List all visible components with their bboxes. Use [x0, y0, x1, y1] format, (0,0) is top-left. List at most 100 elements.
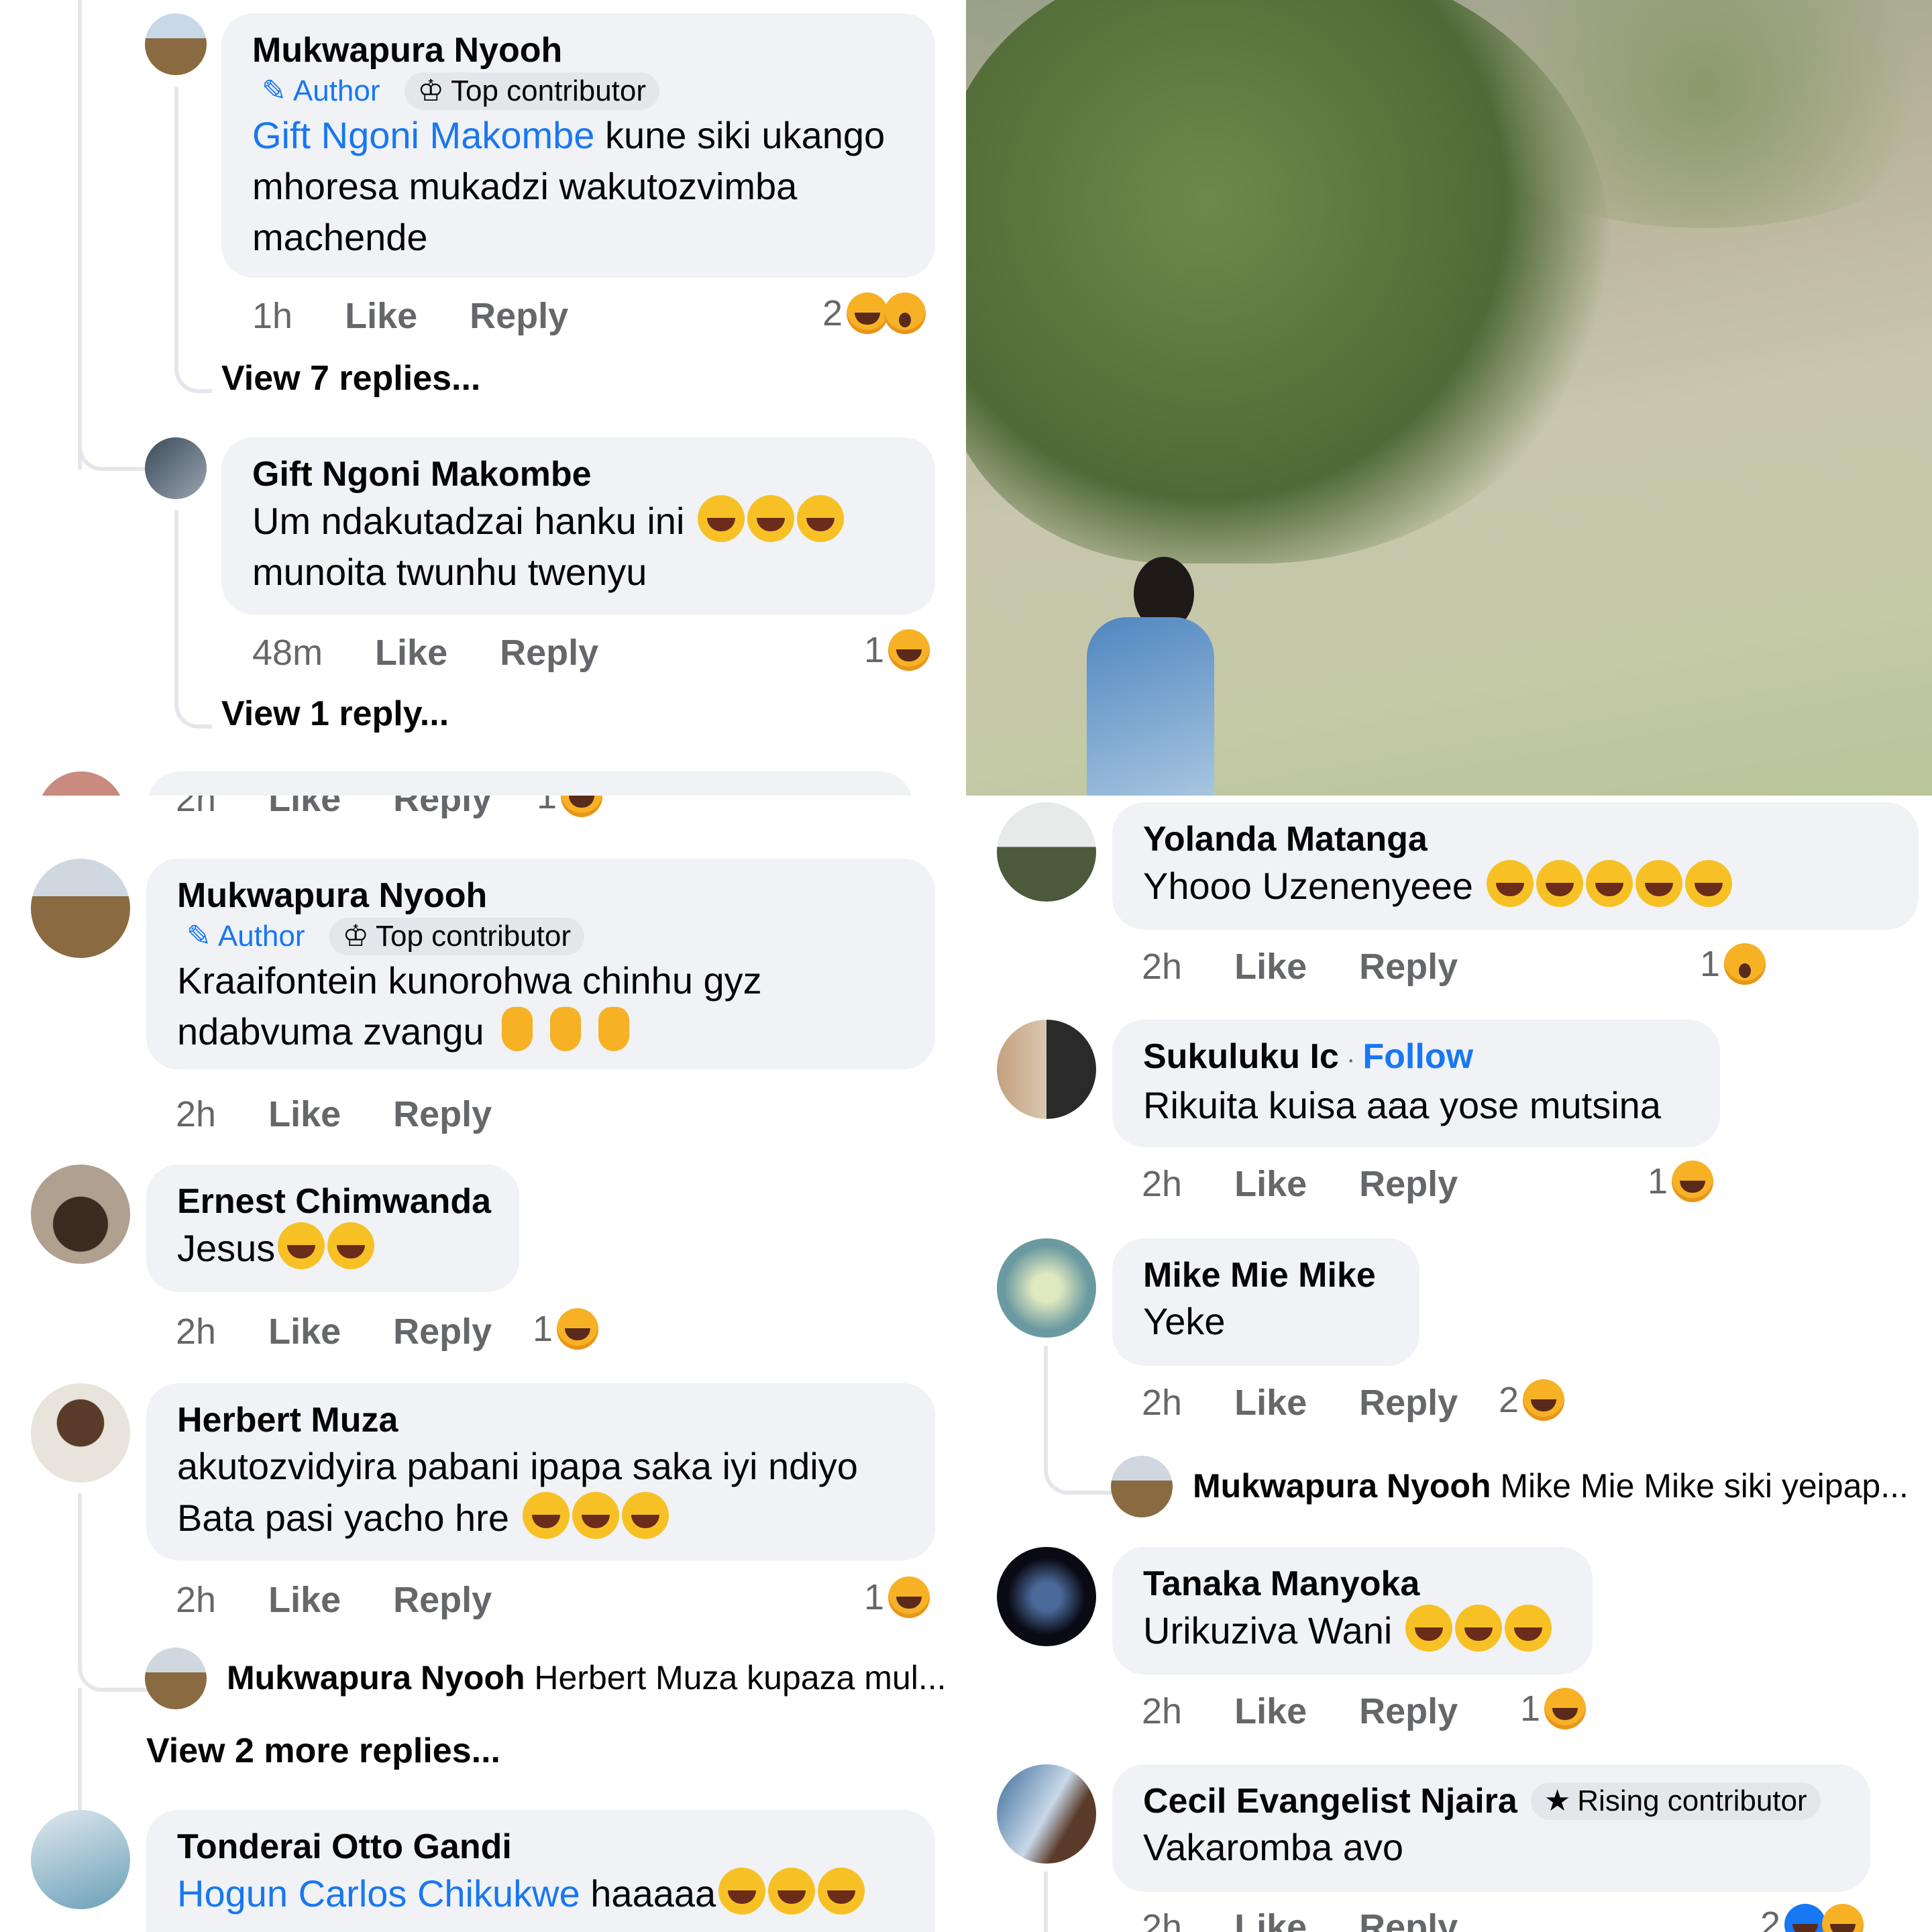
- view-replies-link[interactable]: View 7 replies...: [221, 358, 480, 398]
- comments-panel-bottom-right: Yolanda Matanga Yhooo Uzenenyeee 2h Like…: [966, 796, 1932, 1932]
- post-photo[interactable]: [966, 0, 1932, 796]
- view-more-replies-link[interactable]: View 2 more replies...: [146, 1731, 500, 1771]
- reply-button[interactable]: Reply: [1359, 946, 1458, 987]
- avatar[interactable]: [31, 1165, 130, 1264]
- follow-button[interactable]: Follow: [1362, 1037, 1473, 1076]
- laughing-emoji-icon: [818, 1868, 865, 1915]
- comment-text: Um ndakutadzai hanku ini munoita twunhu …: [252, 495, 904, 598]
- reply-thread-line: [1044, 1346, 1115, 1495]
- commenter-name[interactable]: Tanaka Manyoka: [1143, 1563, 1562, 1605]
- rolling-laughing-emoji-icon: [1405, 1605, 1452, 1652]
- laugh-reaction-icon: [888, 1576, 930, 1618]
- hugging-emoji-icon: [1504, 1605, 1552, 1652]
- timestamp[interactable]: 2h: [176, 1579, 216, 1621]
- person-shirt: [1087, 617, 1214, 796]
- like-button[interactable]: Like: [375, 632, 447, 674]
- reaction-summary[interactable]: 2: [822, 292, 926, 334]
- timestamp[interactable]: 2h: [176, 1311, 216, 1352]
- reply-avatar[interactable]: [145, 1648, 207, 1709]
- commenter-name[interactable]: Ernest Chimwanda: [177, 1181, 491, 1222]
- comment-bubble: Mike Mie Mike Yeke: [1112, 1238, 1419, 1366]
- reaction-summary[interactable]: 1: [1648, 1161, 1714, 1202]
- reaction-summary[interactable]: 1: [1700, 943, 1766, 985]
- commenter-name[interactable]: Gift Ngoni Makombe: [252, 453, 904, 495]
- like-button[interactable]: Like: [268, 1093, 341, 1135]
- reaction-summary[interactable]: 1: [533, 1308, 599, 1350]
- timestamp[interactable]: 2h: [1142, 1907, 1182, 1932]
- commenter-name[interactable]: Tonderai Otto Gandi: [177, 1826, 904, 1868]
- author-badge: ✎ Author: [252, 72, 394, 110]
- avatar[interactable]: [38, 771, 125, 796]
- like-button[interactable]: Like: [1234, 1163, 1307, 1205]
- avatar[interactable]: [31, 1810, 130, 1909]
- reply-avatar[interactable]: [1111, 1456, 1173, 1517]
- mention-link[interactable]: Gift Ngoni Makombe: [252, 114, 594, 156]
- timestamp[interactable]: 1h: [252, 295, 292, 337]
- avatar[interactable]: [145, 13, 207, 75]
- reaction-summary[interactable]: 2: [1499, 1379, 1565, 1421]
- avatar[interactable]: [31, 859, 130, 958]
- rolling-laughing-emoji-icon: [1585, 860, 1633, 907]
- reply-button[interactable]: Reply: [1359, 1907, 1458, 1932]
- reply-button[interactable]: Reply: [470, 295, 568, 337]
- like-button[interactable]: Like: [268, 1579, 341, 1621]
- like-button[interactable]: Like: [1234, 946, 1307, 987]
- like-button[interactable]: Like: [268, 1311, 341, 1352]
- timestamp[interactable]: 2h: [176, 1093, 216, 1135]
- comment-bubble: Tanaka Manyoka Urikuziva Wani: [1112, 1547, 1593, 1674]
- avatar[interactable]: [997, 1764, 1096, 1864]
- reaction-summary[interactable]: 1: [864, 629, 930, 671]
- comment-actions: 48m Like Reply: [252, 632, 598, 674]
- fingers-crossed-emoji-icon: [501, 1007, 533, 1051]
- like-button[interactable]: Like: [1234, 1690, 1307, 1732]
- commenter-name[interactable]: Yolanda Matanga: [1143, 818, 1888, 860]
- like-button[interactable]: Like: [345, 295, 417, 337]
- comment-actions: 2h Like Reply: [176, 1093, 492, 1135]
- person-figure: [1087, 557, 1214, 796]
- reaction-summary[interactable]: 1: [864, 1576, 930, 1618]
- timestamp[interactable]: 2h: [1142, 1163, 1182, 1205]
- avatar[interactable]: [145, 437, 207, 499]
- comment-actions: 2h Like Reply: [1142, 946, 1458, 987]
- laughing-emoji-icon: [768, 1868, 816, 1915]
- reply-button[interactable]: Reply: [393, 1311, 492, 1352]
- timestamp[interactable]: 48m: [252, 632, 323, 674]
- timestamp[interactable]: 2h: [1142, 1382, 1182, 1424]
- reply-button[interactable]: Reply: [393, 1579, 492, 1621]
- reply-button[interactable]: Reply: [393, 1093, 492, 1135]
- avatar[interactable]: [997, 1020, 1096, 1119]
- laugh-reaction-icon: [847, 292, 889, 334]
- commenter-name[interactable]: Mukwapura Nyooh: [252, 30, 904, 71]
- reply-button[interactable]: Reply: [1359, 1690, 1458, 1732]
- comment-text: Yhooo Uzenenyeee: [1143, 860, 1888, 912]
- top-contributor-badge: ♔ Top contributor: [404, 72, 660, 110]
- comment-bubble: Cecil Evangelist Njaira ★ Rising contribut…: [1112, 1764, 1870, 1892]
- avatar[interactable]: [997, 1238, 1096, 1338]
- laugh-reaction-icon: [557, 1308, 599, 1350]
- reply-button[interactable]: Reply: [1359, 1163, 1458, 1205]
- like-button[interactable]: Like: [1234, 1382, 1307, 1424]
- reaction-summary[interactable]: 1: [1520, 1688, 1587, 1729]
- commenter-name[interactable]: Mukwapura Nyooh: [177, 875, 904, 916]
- reaction-summary[interactable]: 1: [537, 796, 603, 817]
- wow-reaction-icon: [1724, 943, 1766, 985]
- reaction-summary[interactable]: 2: [1760, 1904, 1864, 1932]
- timestamp[interactable]: 2h: [1142, 1690, 1182, 1732]
- view-replies-link[interactable]: View 1 reply...: [221, 694, 449, 734]
- commenter-name[interactable]: Mike Mie Mike: [1143, 1254, 1389, 1296]
- avatar[interactable]: [31, 1383, 130, 1483]
- avatar[interactable]: [997, 802, 1096, 902]
- rising-contributor-badge: ★ Rising contributor: [1530, 1782, 1821, 1820]
- reply-preview[interactable]: Mukwapura Nyooh Herbert Muza kupaza mul.…: [227, 1658, 947, 1697]
- commenter-name[interactable]: Herbert Muza: [177, 1399, 904, 1441]
- comment-actions: 2h Like Reply: [1142, 1690, 1458, 1732]
- timestamp[interactable]: 2h: [1142, 946, 1182, 987]
- comment-bubble: Tonderai Otto Gandi Hogun Carlos Chikukw…: [146, 1810, 935, 1932]
- avatar[interactable]: [997, 1547, 1096, 1646]
- mention-link[interactable]: Hogun Carlos Chikukwe: [177, 1872, 580, 1915]
- reply-preview[interactable]: Mukwapura Nyooh Mike Mie Mike siki yeipa…: [1193, 1466, 1909, 1505]
- comment-bubble: Gift Ngoni Makombe Um ndakutadzai hanku …: [221, 437, 935, 614]
- reply-button[interactable]: Reply: [500, 632, 598, 674]
- reply-button[interactable]: Reply: [1359, 1382, 1458, 1424]
- like-button[interactable]: Like: [1234, 1907, 1307, 1932]
